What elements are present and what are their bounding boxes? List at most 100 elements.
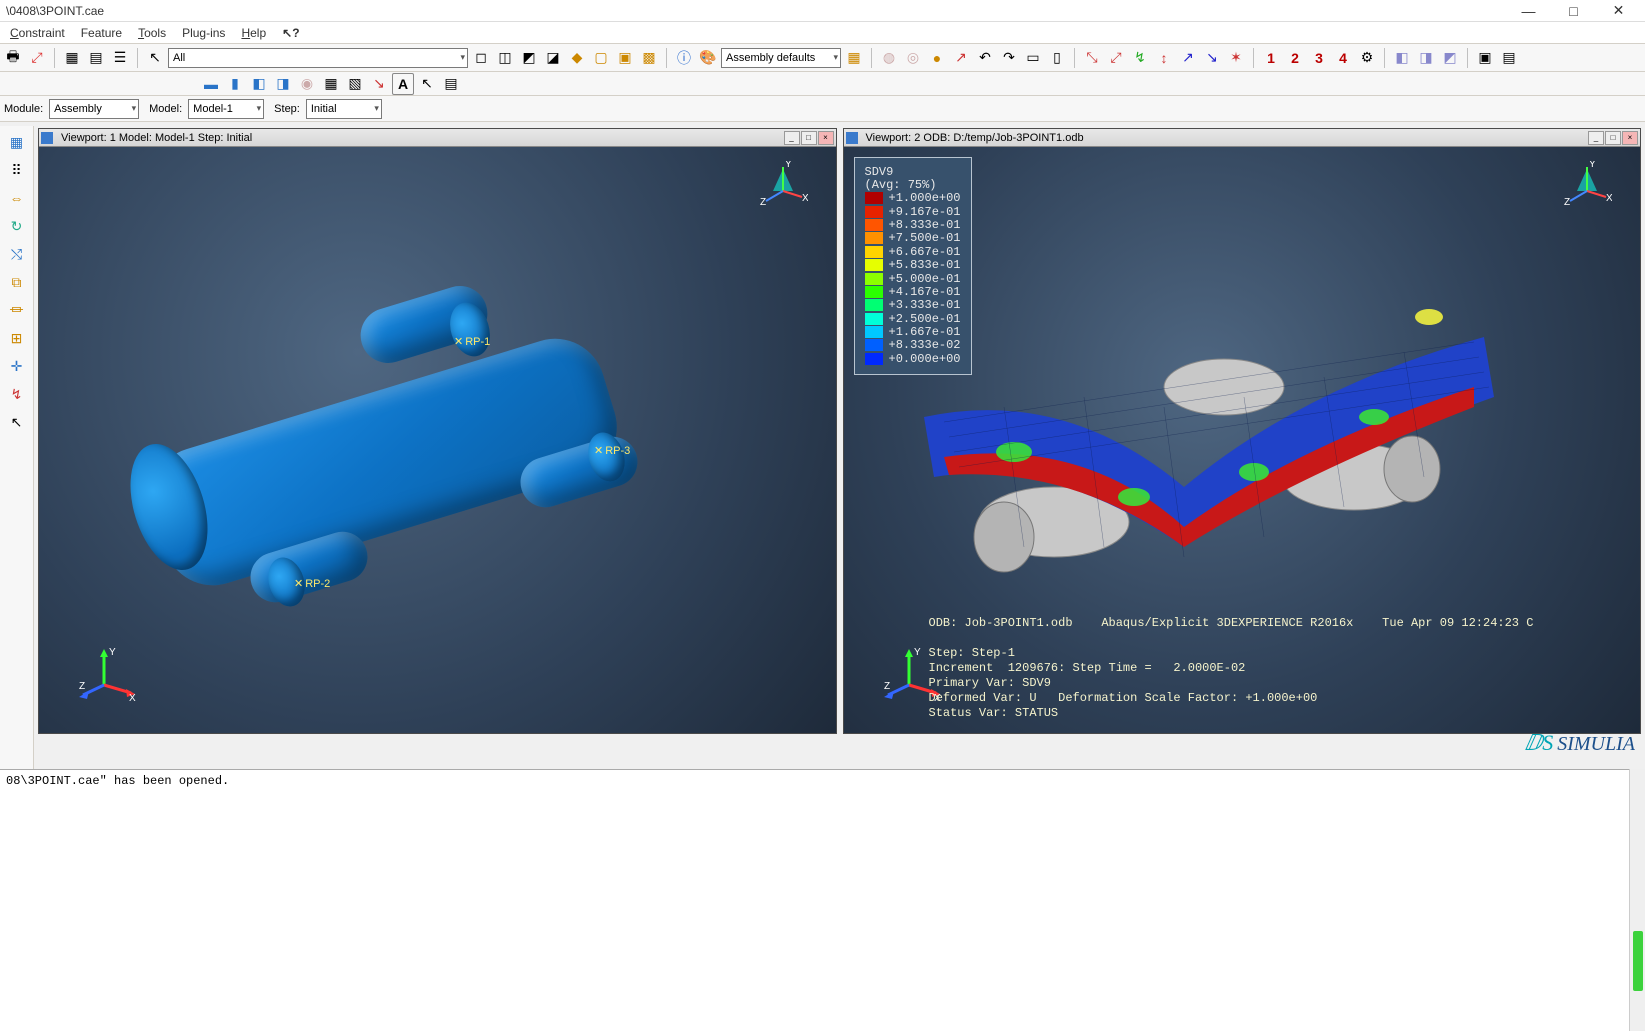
csys2-icon[interactable]: ⤢	[1105, 47, 1127, 69]
undo-icon[interactable]: ↶	[974, 47, 996, 69]
csys4-icon[interactable]: ↕	[1153, 47, 1175, 69]
cube2-icon[interactable]: ◨	[1415, 47, 1437, 69]
viewport2-canvas[interactable]: SDV9 (Avg: 75%) +1.000e+00+9.167e-01+8.3…	[844, 147, 1641, 733]
tool-grid-icon[interactable]: ⠿	[3, 158, 31, 182]
list-icon[interactable]: ☰	[109, 47, 131, 69]
legend-value: +7.500e-01	[889, 232, 961, 246]
win1-icon[interactable]: ▭	[1022, 47, 1044, 69]
vp2-min-button[interactable]: _	[1588, 131, 1604, 145]
csys5-icon[interactable]: ↗	[1177, 47, 1199, 69]
cursor2-icon[interactable]: ↖	[416, 73, 438, 95]
menu-plugins[interactable]: Plug-ins	[174, 24, 233, 42]
menu-whats-this[interactable]: ↖?	[274, 24, 307, 42]
box3-icon[interactable]: ▩	[638, 47, 660, 69]
tool-rotate-icon[interactable]: ↻	[3, 214, 31, 238]
menu-feature[interactable]: Feature	[73, 24, 130, 42]
info-icon[interactable]: ⓘ	[673, 47, 695, 69]
tile3-icon[interactable]: ◧	[248, 73, 270, 95]
result-model	[884, 247, 1504, 587]
vp1-max-button[interactable]: □	[801, 131, 817, 145]
circ2-icon[interactable]: ◎	[902, 47, 924, 69]
tool-query-icon[interactable]: ↖	[3, 410, 31, 434]
message-area[interactable]: 08\3POINT.cae" has been opened.	[0, 769, 1629, 1031]
sel2-icon[interactable]: ◫	[494, 47, 516, 69]
tile4-icon[interactable]: ◨	[272, 73, 294, 95]
message-scrollbar[interactable]	[1629, 769, 1645, 1031]
tool-datum-icon[interactable]: ✛	[3, 354, 31, 378]
annot-icon[interactable]: A	[392, 73, 414, 95]
circ3-icon[interactable]: ●	[926, 47, 948, 69]
win2-icon[interactable]: ▯	[1046, 47, 1068, 69]
render-style-combo[interactable]: Assembly defaults	[721, 48, 841, 68]
link1-icon[interactable]: ◉	[296, 73, 318, 95]
opts-icon[interactable]: ▤	[440, 73, 462, 95]
box2-icon[interactable]: ▣	[614, 47, 636, 69]
palette-icon[interactable]: 🎨	[697, 47, 719, 69]
vp1-close-button[interactable]: ×	[818, 131, 834, 145]
link2-icon[interactable]: ▦	[320, 73, 342, 95]
legend-color-swatch	[865, 353, 883, 365]
csys6-icon[interactable]: ↘	[1201, 47, 1223, 69]
probe-icon[interactable]: ↘	[368, 73, 390, 95]
selection-filter-combo[interactable]: All	[168, 48, 468, 68]
window-maximize-button[interactable]: □	[1551, 0, 1596, 22]
csys1-icon[interactable]: ⤡	[1081, 47, 1103, 69]
module-combo[interactable]: Assembly	[49, 99, 139, 119]
redo-icon[interactable]: ↷	[998, 47, 1020, 69]
viewport-1[interactable]: Viewport: 1 Model: Model-1 Step: Initial…	[38, 128, 837, 734]
arrow-icon[interactable]: ↗	[950, 47, 972, 69]
tile2-icon[interactable]: ▮	[224, 73, 246, 95]
tool-constraint-icon[interactable]: ⏛	[3, 298, 31, 322]
cube1-icon[interactable]: ◧	[1391, 47, 1413, 69]
viewport1-canvas[interactable]: ✕RP-1 ✕RP-2 ✕RP-3 Y X Z Y X	[39, 147, 836, 733]
extra2-icon[interactable]: ▤	[1498, 47, 1520, 69]
vp2-max-button[interactable]: □	[1605, 131, 1621, 145]
vp1-min-button[interactable]: _	[784, 131, 800, 145]
model-combo[interactable]: Model-1	[188, 99, 264, 119]
cube3-icon[interactable]: ◩	[1439, 47, 1461, 69]
legend-color-swatch	[865, 192, 883, 204]
svg-text:X: X	[1606, 193, 1612, 204]
tile1-icon[interactable]: ▬	[200, 73, 222, 95]
cursor-icon[interactable]: ↖	[144, 47, 166, 69]
vp2-close-button[interactable]: ×	[1622, 131, 1638, 145]
tool-partition-icon[interactable]: ⊞	[3, 326, 31, 350]
svg-text:Z: Z	[760, 197, 766, 208]
sel3-icon[interactable]: ◩	[518, 47, 540, 69]
viewport-2[interactable]: Viewport: 2 ODB: D:/temp/Job-3POINT1.odb…	[843, 128, 1642, 734]
sel5-icon[interactable]: ◆	[566, 47, 588, 69]
circ1-icon[interactable]: ◍	[878, 47, 900, 69]
box4-icon[interactable]: ▦	[843, 47, 865, 69]
view4-button[interactable]: 4	[1332, 47, 1354, 69]
menu-help[interactable]: Help	[233, 24, 274, 42]
tool-merge-icon[interactable]: ⧉	[3, 270, 31, 294]
svg-text:X: X	[129, 693, 136, 704]
tool-linear-icon[interactable]: ⇔	[3, 186, 31, 210]
box1-icon[interactable]: ▢	[590, 47, 612, 69]
grid2-icon[interactable]: ▤	[85, 47, 107, 69]
ref-point-1: ✕RP-1	[454, 335, 490, 348]
view1-button[interactable]: 1	[1260, 47, 1282, 69]
expand-icon[interactable]: ⤢	[26, 47, 48, 69]
viewport2-title: Viewport: 2 ODB: D:/temp/Job-3POINT1.odb	[866, 132, 1084, 144]
step-combo[interactable]: Initial	[306, 99, 382, 119]
gear-icon[interactable]: ⚙	[1356, 47, 1378, 69]
csys3-icon[interactable]: ↯	[1129, 47, 1151, 69]
menu-tools[interactable]: Tools	[130, 24, 174, 42]
extra1-icon[interactable]: ▣	[1474, 47, 1496, 69]
print-icon[interactable]: 🖶	[2, 47, 24, 69]
link3-icon[interactable]: ▧	[344, 73, 366, 95]
window-close-button[interactable]: ✕	[1596, 0, 1641, 22]
toolbar-main: 🖶 ⤢ ▦ ▤ ☰ ↖ All ◻ ◫ ◩ ◪ ◆ ▢ ▣ ▩ ⓘ 🎨 Asse…	[0, 44, 1645, 72]
csys7-icon[interactable]: ✶	[1225, 47, 1247, 69]
grid-icon[interactable]: ▦	[61, 47, 83, 69]
tool-translate-icon[interactable]: ⤭	[3, 242, 31, 266]
tool-csys-icon[interactable]: ↯	[3, 382, 31, 406]
tool-instance-icon[interactable]: ▦	[3, 130, 31, 154]
window-minimize-button[interactable]: —	[1506, 0, 1551, 22]
menu-constraint[interactable]: Constraint	[2, 24, 73, 42]
sel1-icon[interactable]: ◻	[470, 47, 492, 69]
sel4-icon[interactable]: ◪	[542, 47, 564, 69]
view3-button[interactable]: 3	[1308, 47, 1330, 69]
view2-button[interactable]: 2	[1284, 47, 1306, 69]
